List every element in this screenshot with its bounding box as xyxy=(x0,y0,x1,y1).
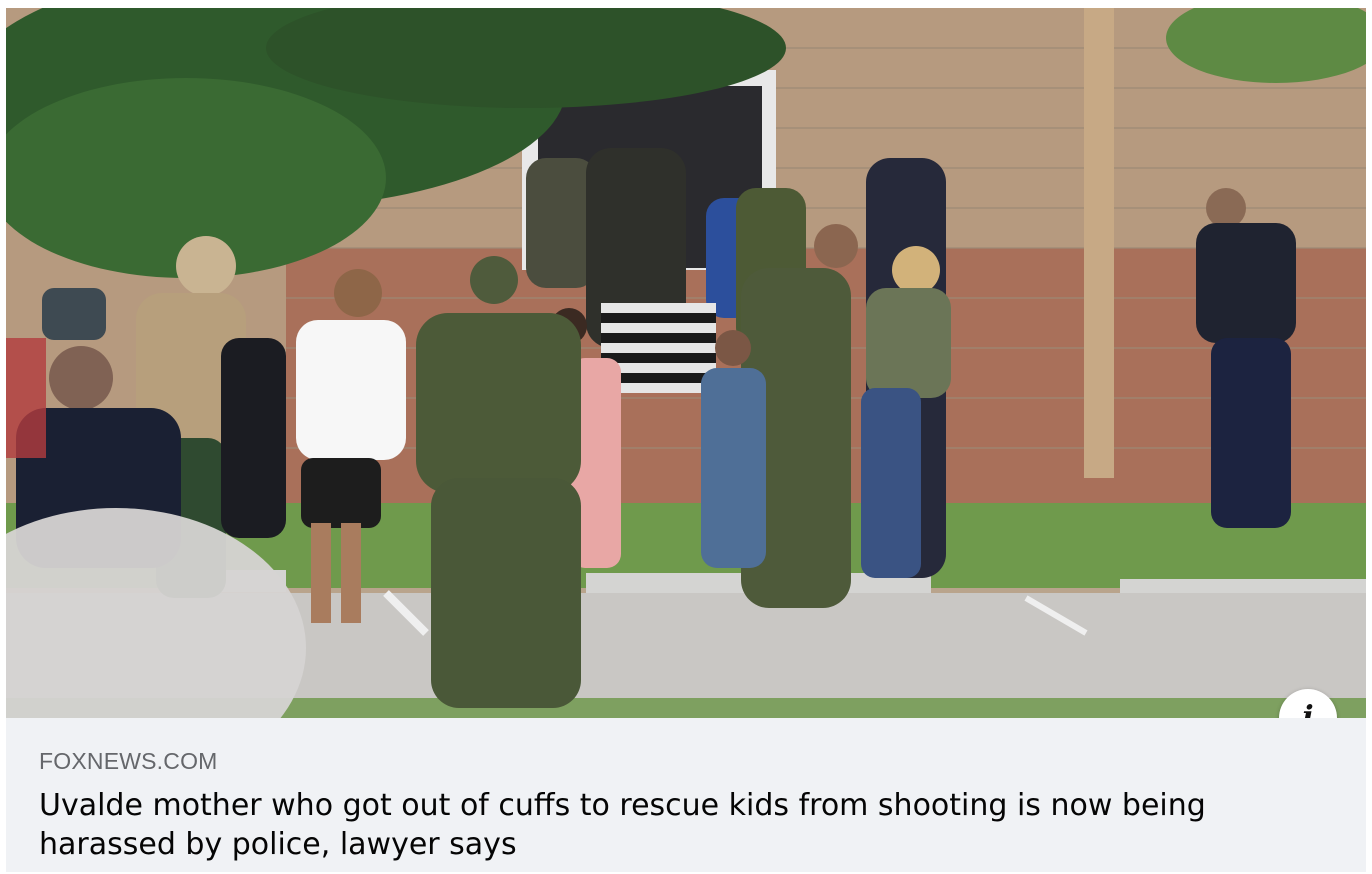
source-domain: FOXNEWS.COM xyxy=(39,748,218,774)
link-preview-card[interactable]: i FOXNEWS.COM Uvalde mother who got out … xyxy=(6,8,1366,872)
article-headline[interactable]: Uvalde mother who got out of cuffs to re… xyxy=(39,786,1299,864)
link-caption[interactable]: FOXNEWS.COM Uvalde mother who got out of… xyxy=(6,718,1366,872)
photo-illustration xyxy=(6,8,1366,718)
article-photo[interactable] xyxy=(6,8,1366,718)
